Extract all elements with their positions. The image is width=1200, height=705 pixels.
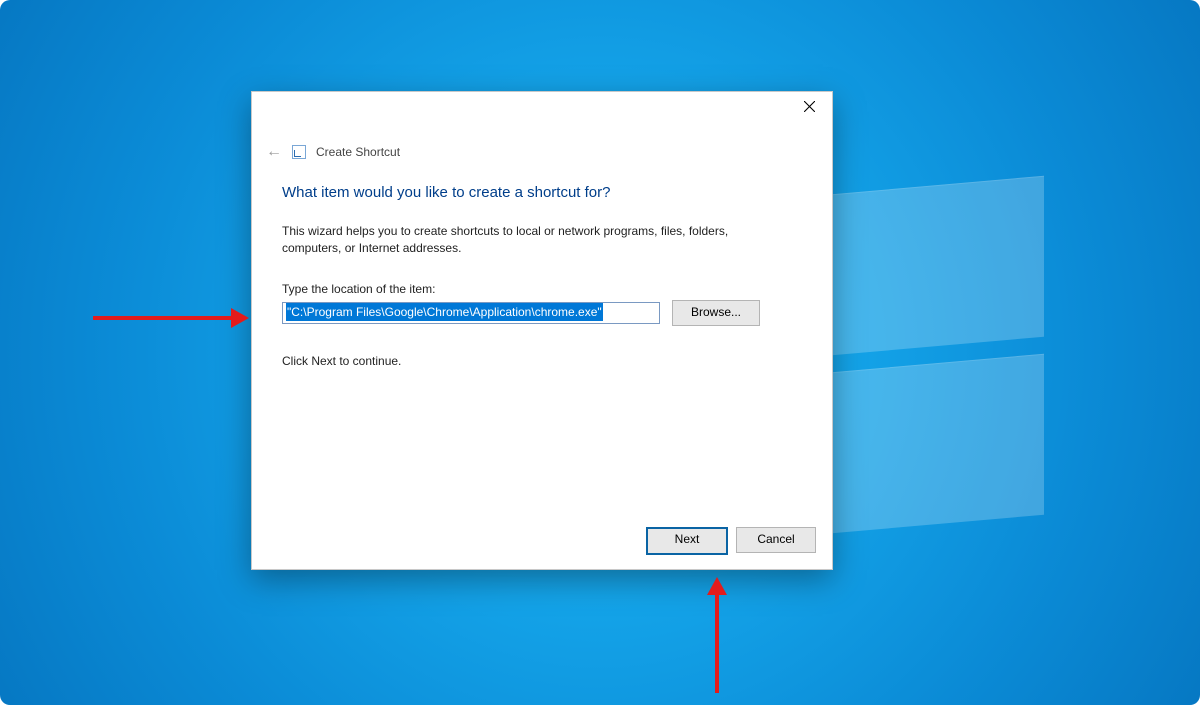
next-button[interactable]: Next — [646, 527, 728, 555]
desktop-background: ← Create Shortcut What item would you li… — [0, 0, 1200, 705]
close-button[interactable] — [786, 92, 832, 122]
create-shortcut-dialog: ← Create Shortcut What item would you li… — [251, 91, 833, 570]
close-icon — [804, 99, 815, 115]
dialog-button-bar: Next Cancel — [646, 527, 816, 555]
dialog-titlebar — [252, 92, 832, 128]
shortcut-icon — [292, 145, 306, 159]
windows-logo-pane — [809, 176, 1044, 358]
dialog-breadcrumb: ← Create Shortcut — [266, 144, 400, 160]
browse-button[interactable]: Browse... — [672, 300, 760, 326]
windows-logo-pane — [809, 354, 1044, 536]
location-field-label: Type the location of the item: — [282, 282, 802, 296]
location-input[interactable]: "C:\Program Files\Google\Chrome\Applicat… — [282, 302, 660, 324]
location-input-value: "C:\Program Files\Google\Chrome\Applicat… — [286, 303, 603, 321]
annotation-arrow-to-next — [715, 593, 719, 693]
back-arrow-icon[interactable]: ← — [266, 144, 282, 160]
dialog-heading: What item would you like to create a sho… — [282, 184, 802, 201]
dialog-title: Create Shortcut — [316, 145, 400, 159]
continue-instruction: Click Next to continue. — [282, 354, 802, 368]
annotation-arrow-to-input — [93, 316, 233, 320]
cancel-button[interactable]: Cancel — [736, 527, 816, 553]
dialog-content: What item would you like to create a sho… — [282, 184, 802, 368]
dialog-description: This wizard helps you to create shortcut… — [282, 223, 782, 258]
